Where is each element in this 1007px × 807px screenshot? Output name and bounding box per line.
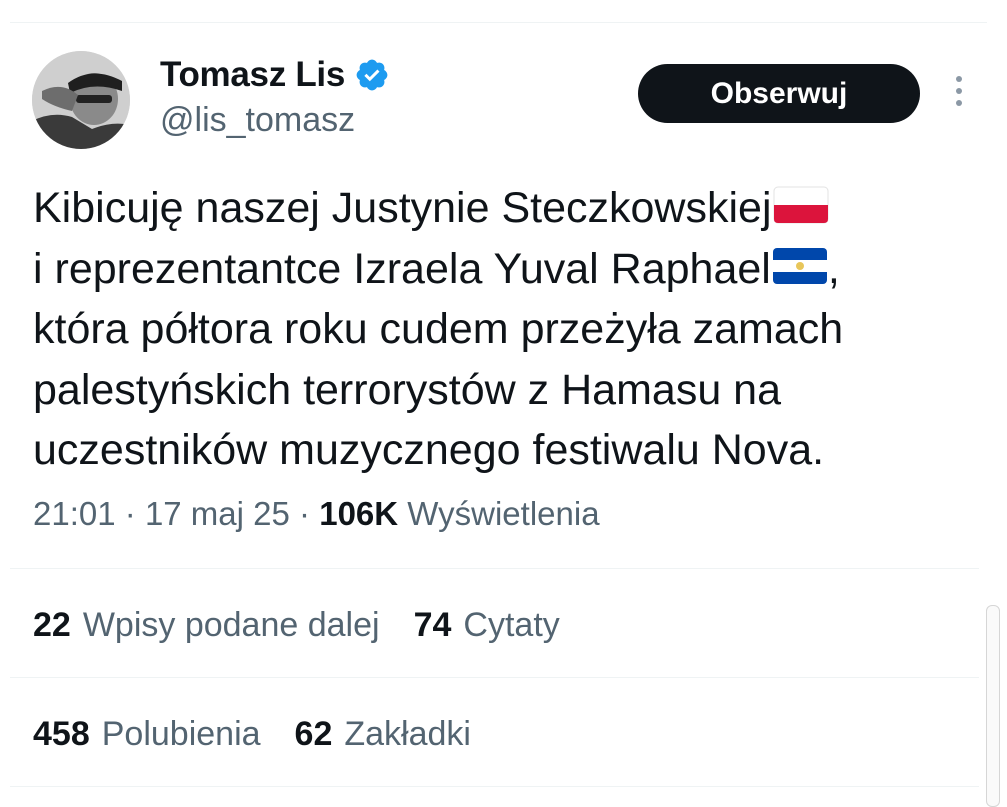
flag-el-salvador-icon xyxy=(772,247,827,284)
scrollbar[interactable] xyxy=(986,605,1000,807)
stats-row-shares: 22 Wpisy podane dalej 74 Cytaty xyxy=(33,606,560,645)
author-handle[interactable]: @lis_tomasz xyxy=(160,101,355,140)
quotes-count: 74 xyxy=(413,606,452,644)
bookmarks-stat[interactable]: 62 Zakładki xyxy=(295,715,471,754)
more-vertical-icon[interactable] xyxy=(950,76,968,112)
quotes-stat[interactable]: 74 Cytaty xyxy=(414,606,560,645)
verified-badge-icon xyxy=(354,57,390,93)
views-label: Wyświetlenia xyxy=(407,495,600,532)
reposts-count: 22 xyxy=(33,606,71,644)
author-name-row: Tomasz Lis xyxy=(160,53,390,97)
meta-separator: · xyxy=(299,495,311,532)
likes-label: Polubienia xyxy=(101,715,261,753)
tweet-line: która półtora roku cudem przeżyła zamach xyxy=(33,305,844,353)
divider xyxy=(10,568,979,569)
stats-row-engagement: 458 Polubienia 62 Zakładki xyxy=(33,715,471,754)
flag-poland-icon xyxy=(773,186,828,224)
divider xyxy=(10,677,979,678)
reposts-stat[interactable]: 22 Wpisy podane dalej xyxy=(33,606,380,645)
avatar[interactable] xyxy=(32,51,130,149)
quotes-label: Cytaty xyxy=(463,606,560,644)
tweet-meta: 21:01 · 17 maj 25 · 106K Wyświetlenia xyxy=(33,495,600,533)
tweet-text: Kibicuję naszej Justynie Steczkowskiej i… xyxy=(33,178,983,481)
reposts-label: Wpisy podane dalej xyxy=(82,606,380,644)
tweet-time[interactable]: 21:01 xyxy=(33,495,116,532)
tweet-line: uczestników muzycznego festiwalu Nova. xyxy=(33,426,825,474)
tweet-line: palestyńskich terrorystów z Hamasu na xyxy=(33,365,782,414)
views-count: 106K xyxy=(319,495,399,532)
tweet-line: i reprezentantce Izraela Yuval Raphael, xyxy=(33,244,840,293)
bookmarks-count: 62 xyxy=(294,715,333,753)
bookmarks-label: Zakładki xyxy=(344,715,471,753)
top-divider xyxy=(10,22,987,23)
author-name[interactable]: Tomasz Lis xyxy=(160,55,345,95)
likes-count: 458 xyxy=(33,715,90,753)
follow-button[interactable]: Obserwuj xyxy=(638,64,920,123)
likes-stat[interactable]: 458 Polubienia xyxy=(33,715,261,754)
tweet-date[interactable]: 17 maj 25 xyxy=(145,495,290,532)
avatar-photo xyxy=(32,51,130,149)
tweet-line: Kibicuję naszej Justynie Steczkowskiej xyxy=(33,178,983,239)
divider xyxy=(10,786,979,787)
meta-separator: · xyxy=(124,495,136,532)
